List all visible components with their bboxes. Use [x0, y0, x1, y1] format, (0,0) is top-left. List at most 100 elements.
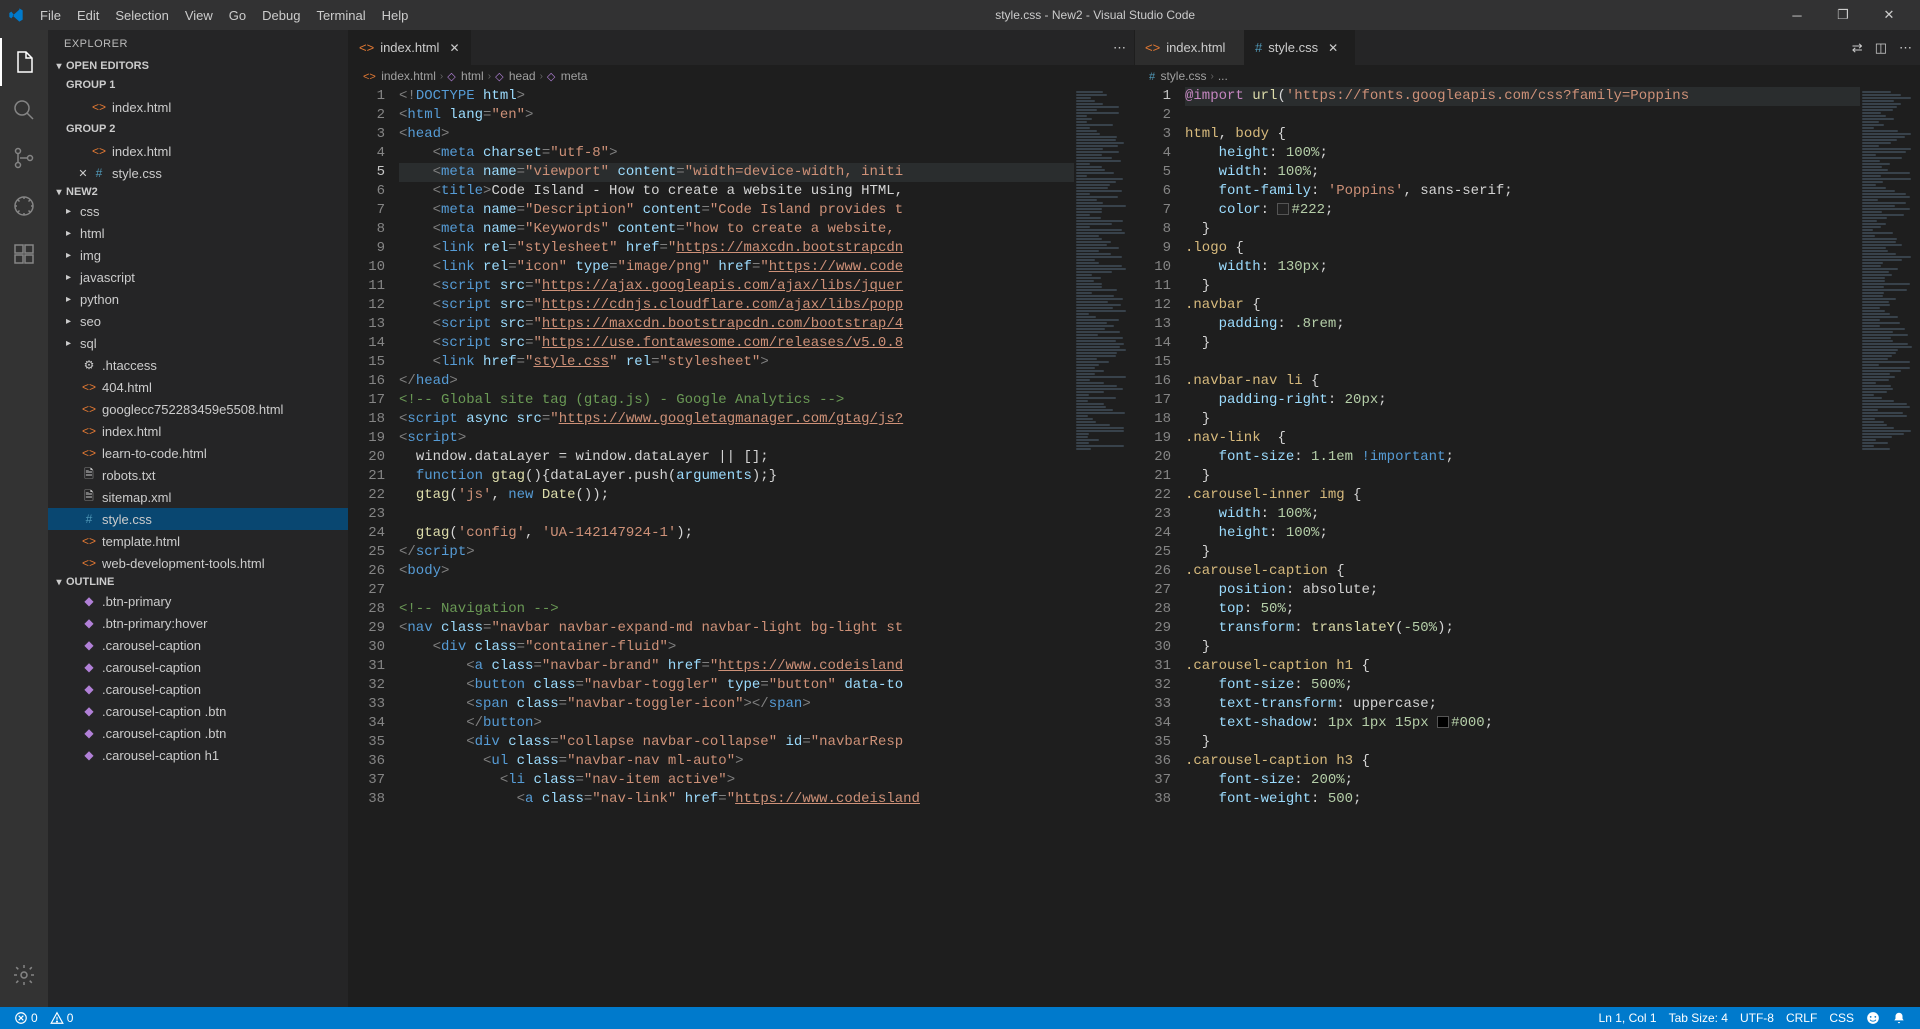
- file-icon: 🗎: [80, 487, 98, 508]
- open-editors-group[interactable]: GROUP 2: [48, 118, 348, 140]
- breadcrumb-item[interactable]: <> index.html: [363, 69, 436, 83]
- outline-symbol-icon: ◆: [80, 704, 98, 718]
- breadcrumb[interactable]: <> index.html›◇ html›◇ head›◇ meta: [349, 65, 1134, 87]
- outline-item[interactable]: ◆.carousel-caption: [48, 656, 348, 678]
- breadcrumb-item[interactable]: # style.css: [1149, 69, 1206, 83]
- menu-selection[interactable]: Selection: [107, 8, 176, 23]
- outline-item[interactable]: ◆.carousel-caption .btn: [48, 722, 348, 744]
- workspace-label: NEW2: [66, 186, 98, 198]
- status-bell-icon[interactable]: [1886, 1011, 1912, 1025]
- file-item[interactable]: ⚙.htaccess: [48, 354, 348, 376]
- breadcrumb-icon: ◇: [495, 71, 503, 83]
- file-item[interactable]: 🗎robots.txt: [48, 464, 348, 486]
- minimap[interactable]: [1074, 87, 1134, 1007]
- file-label: .htaccess: [102, 358, 157, 373]
- open-editors-header[interactable]: ▾ OPEN EDITORS: [48, 58, 348, 74]
- outline-item[interactable]: ◆ .carousel-caption: [48, 678, 348, 700]
- window-title: style.css - New2 - Visual Studio Code: [416, 8, 1774, 22]
- outline-symbol-icon: ◆: [80, 682, 98, 696]
- menu-view[interactable]: View: [177, 8, 221, 23]
- status-warnings[interactable]: 0: [44, 1011, 80, 1025]
- chevron-right-icon: ▸: [66, 250, 80, 261]
- open-editor-item[interactable]: ✕#style.css: [48, 162, 348, 184]
- folder-item[interactable]: ▸sql: [48, 332, 348, 354]
- breadcrumb-item[interactable]: ◇ head: [495, 69, 536, 83]
- outline-header[interactable]: ▾ OUTLINE: [48, 574, 348, 590]
- open-editors-group[interactable]: GROUP 1: [48, 74, 348, 96]
- status-lncol[interactable]: Ln 1, Col 1: [1593, 1011, 1663, 1025]
- editor-body[interactable]: 1234567891011121314151617181920212223242…: [1135, 87, 1920, 1007]
- folder-item[interactable]: ▸img: [48, 244, 348, 266]
- workspace-header[interactable]: ▾ NEW2: [48, 184, 348, 200]
- status-eol[interactable]: CRLF: [1780, 1011, 1823, 1025]
- debug-icon[interactable]: [0, 182, 48, 230]
- file-label: robots.txt: [102, 468, 155, 483]
- file-item[interactable]: <>index.html: [48, 420, 348, 442]
- folder-item[interactable]: ▸python: [48, 288, 348, 310]
- folder-item[interactable]: ▸javascript: [48, 266, 348, 288]
- file-label: sitemap.xml: [102, 490, 171, 505]
- close-icon[interactable]: ✕: [449, 41, 459, 55]
- file-item[interactable]: <>template.html: [48, 530, 348, 552]
- folder-label: img: [80, 248, 101, 263]
- file-item[interactable]: <>learn-to-code.html: [48, 442, 348, 464]
- minimize-button[interactable]: ─: [1774, 0, 1820, 30]
- editor-tab[interactable]: <>index.html✕: [349, 30, 471, 65]
- code-area[interactable]: <!DOCTYPE html><html lang="en"><head> <m…: [399, 87, 1074, 1007]
- folder-item[interactable]: ▸html: [48, 222, 348, 244]
- minimap[interactable]: [1860, 87, 1920, 1007]
- editor-tabs: <>index.html#style.css✕ ⇄ ◫ ⋯: [1135, 30, 1920, 65]
- menu-debug[interactable]: Debug: [254, 8, 308, 23]
- breadcrumb-item[interactable]: ...: [1218, 69, 1228, 83]
- status-encoding[interactable]: UTF-8: [1734, 1011, 1780, 1025]
- breadcrumb-item[interactable]: ◇ meta: [547, 69, 587, 83]
- extensions-icon[interactable]: [0, 230, 48, 278]
- editor-body[interactable]: 1234567891011121314151617181920212223242…: [349, 87, 1134, 1007]
- settings-gear-icon[interactable]: [0, 951, 48, 999]
- file-item[interactable]: #style.css: [48, 508, 348, 530]
- file-item[interactable]: <>web-development-tools.html: [48, 552, 348, 574]
- outline-item[interactable]: ◆.carousel-caption: [48, 634, 348, 656]
- status-feedback-icon[interactable]: [1860, 1011, 1886, 1025]
- status-tabsize[interactable]: Tab Size: 4: [1663, 1011, 1734, 1025]
- html-file-icon: <>: [1145, 40, 1160, 55]
- menu-go[interactable]: Go: [221, 8, 254, 23]
- open-editor-item[interactable]: <>index.html: [48, 140, 348, 162]
- more-icon[interactable]: ⋯: [1113, 40, 1126, 56]
- close-icon[interactable]: ✕: [1328, 41, 1338, 55]
- maximize-button[interactable]: ❐: [1820, 0, 1866, 30]
- file-item[interactable]: <>googlecc752283459e5508.html: [48, 398, 348, 420]
- more-icon[interactable]: ⋯: [1899, 40, 1912, 56]
- compare-icon[interactable]: ⇄: [1852, 40, 1863, 56]
- folder-item[interactable]: ▸seo: [48, 310, 348, 332]
- file-label: index.html: [102, 424, 161, 439]
- breadcrumb[interactable]: # style.css › ...: [1135, 65, 1920, 87]
- close-button[interactable]: ✕: [1866, 0, 1912, 30]
- explorer-icon[interactable]: [0, 38, 48, 86]
- menu-help[interactable]: Help: [374, 8, 417, 23]
- code-area[interactable]: @import url('https://fonts.googleapis.co…: [1185, 87, 1860, 1007]
- status-errors[interactable]: 0: [8, 1011, 44, 1025]
- file-item[interactable]: 🗎 sitemap.xml: [48, 486, 348, 508]
- outline-item[interactable]: ◆.carousel-caption .btn: [48, 700, 348, 722]
- close-icon[interactable]: ✕: [76, 167, 90, 180]
- outline-item[interactable]: ◆.btn-primary: [48, 590, 348, 612]
- menu-edit[interactable]: Edit: [69, 8, 107, 23]
- source-control-icon[interactable]: [0, 134, 48, 182]
- open-editor-item[interactable]: <>index.html: [48, 96, 348, 118]
- split-editor-icon[interactable]: ◫: [1875, 40, 1887, 56]
- menu-file[interactable]: File: [32, 8, 69, 23]
- folder-item[interactable]: ▸css: [48, 200, 348, 222]
- status-language[interactable]: CSS: [1823, 1011, 1860, 1025]
- breadcrumb-item[interactable]: ◇ html: [447, 69, 483, 83]
- file-item[interactable]: <>404.html: [48, 376, 348, 398]
- editor-tab[interactable]: #style.css✕: [1245, 30, 1355, 65]
- outline-item[interactable]: ◆.btn-primary:hover: [48, 612, 348, 634]
- outline-label: .carousel-caption: [102, 682, 201, 697]
- menu-terminal[interactable]: Terminal: [308, 8, 373, 23]
- search-icon[interactable]: [0, 86, 48, 134]
- editor-tab[interactable]: <>index.html: [1135, 30, 1245, 65]
- outline-label: .carousel-caption: [102, 638, 201, 653]
- breadcrumb-separator-icon: ›: [1210, 71, 1213, 82]
- outline-item[interactable]: ◆.carousel-caption h1: [48, 744, 348, 766]
